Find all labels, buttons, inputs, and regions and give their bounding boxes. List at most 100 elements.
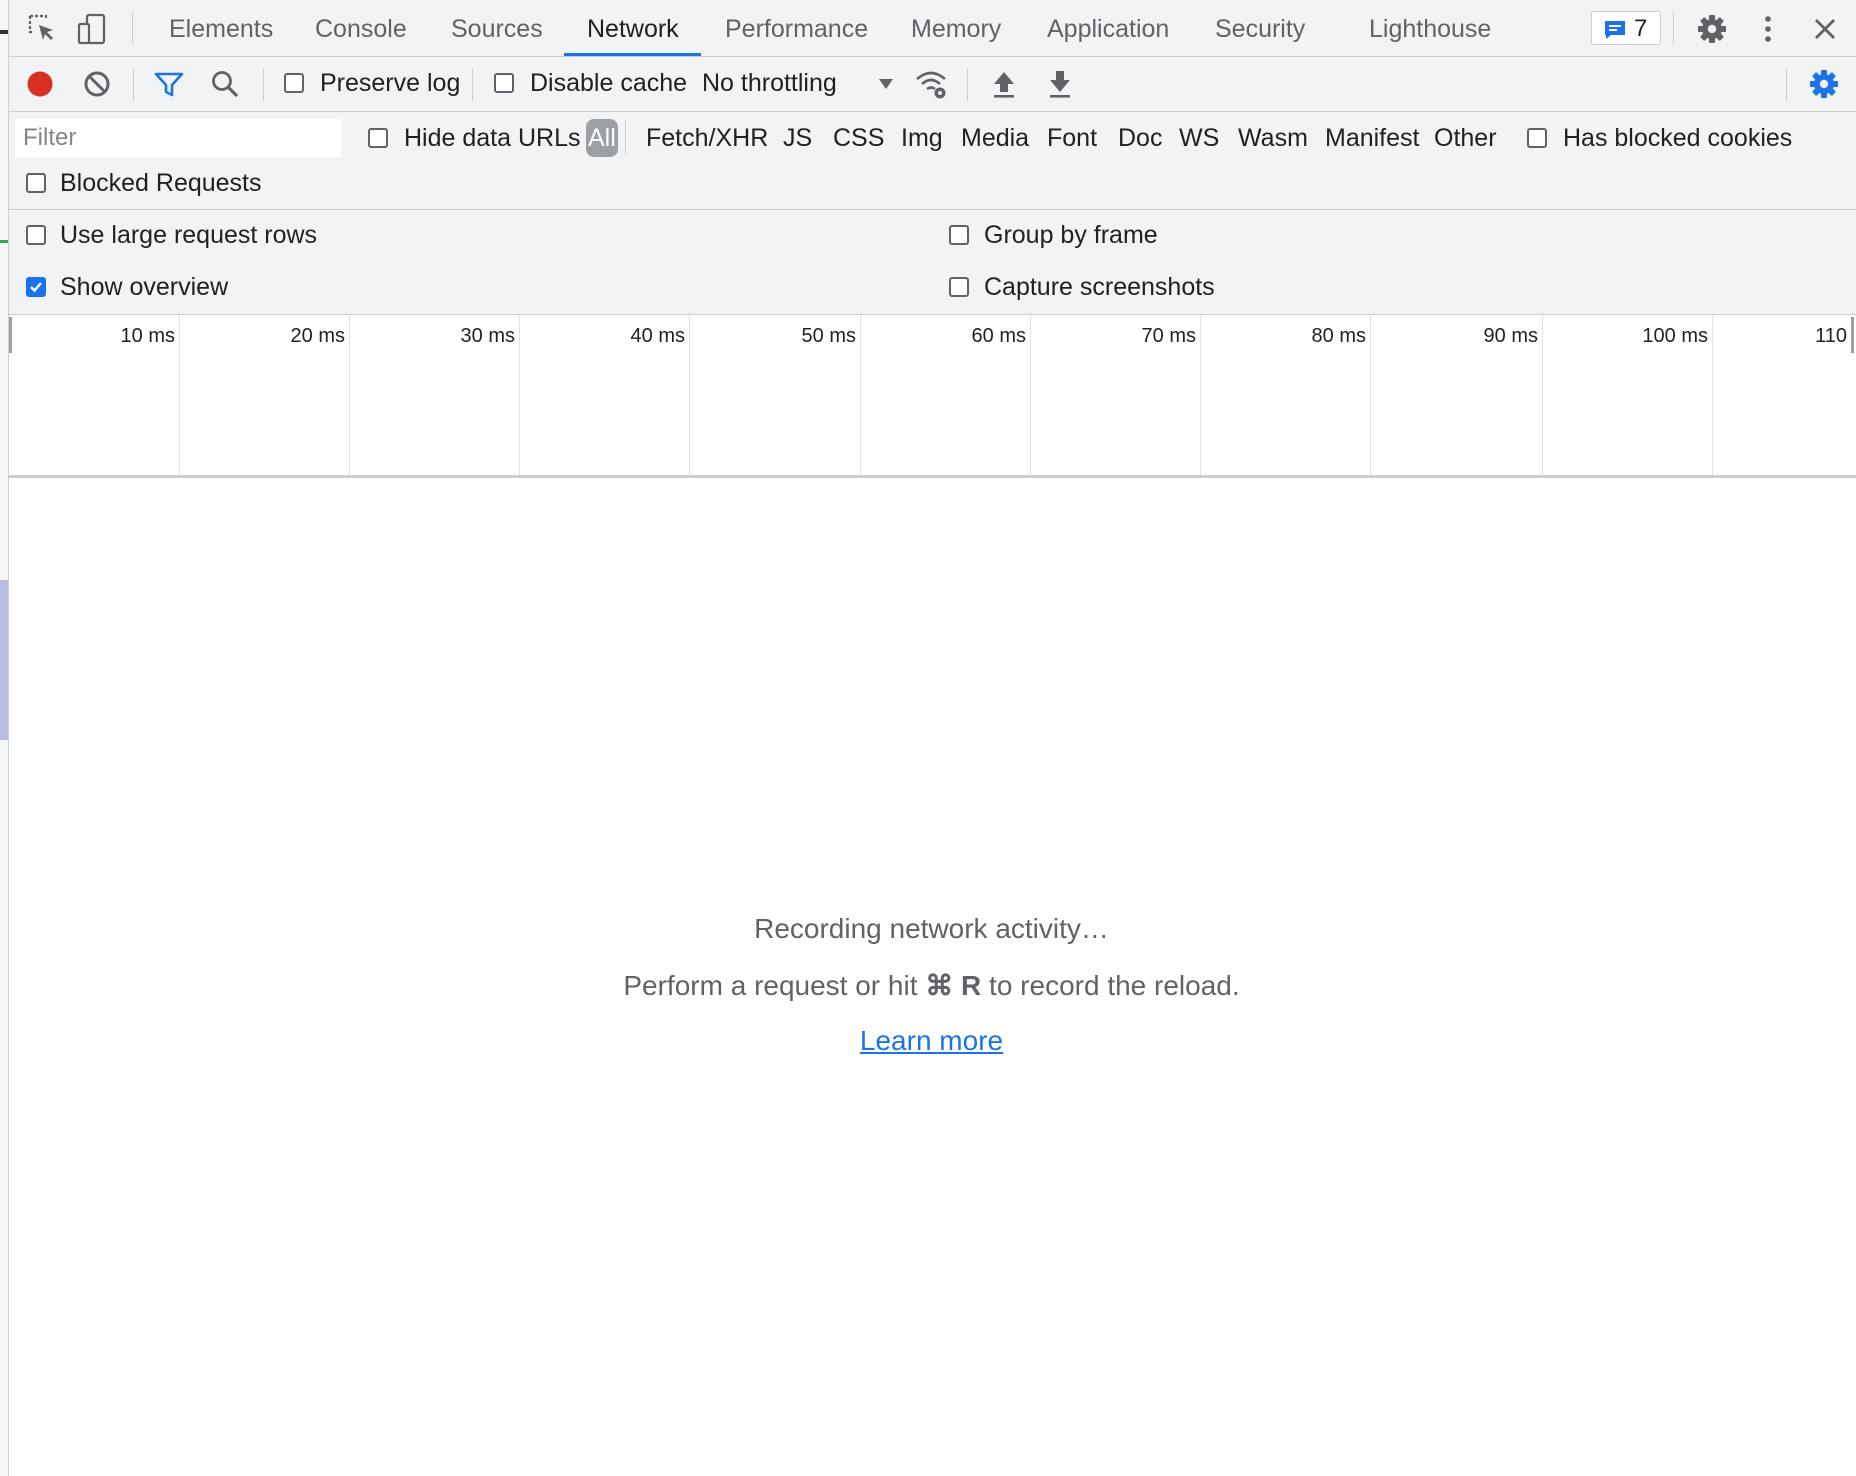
reload-hint-text: Perform a request or hit ⌘ R to record t… — [9, 969, 1854, 1002]
type-filter-js[interactable]: JS — [779, 119, 816, 157]
hint-prefix: Perform a request or hit — [623, 970, 926, 1001]
overview-tick-label: 100 ms — [1642, 325, 1708, 347]
edge-mark — [0, 30, 8, 34]
filter-icon[interactable] — [152, 67, 186, 101]
tab-performance[interactable]: Performance — [725, 0, 868, 56]
toolbar-divider — [967, 69, 968, 101]
recording-status-text: Recording network activity… — [754, 913, 1109, 944]
overview-gridline — [1370, 315, 1371, 475]
import-har-icon[interactable] — [987, 67, 1021, 101]
close-icon[interactable] — [1808, 12, 1842, 46]
disable-cache-label[interactable]: Disable cache — [530, 69, 687, 98]
type-filter-doc[interactable]: Doc — [1114, 119, 1166, 157]
issues-counter-button[interactable]: 7 — [1591, 11, 1661, 45]
record-icon[interactable] — [23, 67, 57, 101]
overview-left-handle[interactable] — [9, 317, 12, 353]
has-blocked-cookies-checkbox[interactable] — [1527, 128, 1547, 148]
toolbar-divider — [133, 69, 134, 101]
overview-tick-label: 40 ms — [630, 325, 685, 347]
network-settings-pane: Use large request rows Group by frame Sh… — [9, 210, 1856, 315]
type-filter-media[interactable]: Media — [957, 119, 1033, 157]
tab-sources[interactable]: Sources — [451, 0, 543, 56]
hide-data-urls-checkbox[interactable] — [368, 128, 388, 148]
issues-icon — [1605, 21, 1625, 39]
type-filter-manifest[interactable]: Manifest — [1321, 119, 1423, 157]
learn-more-link[interactable]: Learn more — [860, 1025, 1003, 1056]
overview-gridline — [689, 315, 690, 475]
type-filter-ws[interactable]: WS — [1175, 119, 1223, 157]
tab-console[interactable]: Console — [315, 0, 407, 56]
export-har-icon[interactable] — [1043, 67, 1077, 101]
throttling-select[interactable]: No throttling — [702, 69, 837, 98]
checkmark-icon — [30, 282, 42, 293]
network-overview[interactable]: 10 ms 20 ms 30 ms 40 ms 50 ms 60 ms 70 m… — [9, 315, 1856, 478]
tab-security[interactable]: Security — [1215, 0, 1305, 56]
toolbar-divider — [472, 69, 473, 101]
use-large-rows-checkbox[interactable] — [26, 225, 46, 245]
active-tab-indicator — [564, 53, 701, 56]
overview-tick-label: 90 ms — [1483, 325, 1538, 347]
hide-data-urls-label[interactable]: Hide data URLs — [404, 124, 580, 153]
type-filter-divider — [625, 120, 626, 154]
network-settings-gear-icon[interactable] — [1807, 67, 1841, 101]
use-large-rows-label[interactable]: Use large request rows — [60, 221, 317, 250]
capture-screenshots-label[interactable]: Capture screenshots — [984, 273, 1215, 302]
tab-elements[interactable]: Elements — [169, 0, 273, 56]
devtools-panel: Elements Console Sources Network Perform… — [9, 0, 1856, 1476]
preserve-log-label[interactable]: Preserve log — [320, 69, 460, 98]
inspect-element-icon[interactable] — [26, 12, 60, 46]
toolbar-divider — [132, 12, 133, 44]
toolbar-divider — [1673, 12, 1674, 44]
group-by-frame-checkbox[interactable] — [949, 225, 969, 245]
type-filter-css[interactable]: CSS — [829, 119, 888, 157]
type-filter-wasm[interactable]: Wasm — [1234, 119, 1312, 157]
disable-cache-checkbox[interactable] — [494, 73, 514, 93]
overview-tick-label: 80 ms — [1311, 325, 1366, 347]
chevron-down-icon[interactable] — [878, 78, 894, 90]
overview-gridline — [349, 315, 350, 475]
overview-gridline — [1030, 315, 1031, 475]
overview-tick-label: 50 ms — [801, 325, 856, 347]
group-by-frame-label[interactable]: Group by frame — [984, 221, 1158, 250]
overview-right-handle[interactable] — [1851, 317, 1854, 353]
reload-shortcut: ⌘ R — [925, 970, 982, 1001]
type-filter-fetch-xhr[interactable]: Fetch/XHR — [642, 119, 772, 157]
tab-lighthouse[interactable]: Lighthouse — [1369, 0, 1491, 56]
type-filter-img[interactable]: Img — [897, 119, 947, 157]
preserve-log-checkbox[interactable] — [284, 73, 304, 93]
device-toolbar-icon[interactable] — [75, 12, 109, 46]
search-icon[interactable] — [208, 67, 242, 101]
more-options-icon[interactable] — [1751, 12, 1785, 46]
overview-gridline — [1200, 315, 1201, 475]
overview-gridline — [519, 315, 520, 475]
type-filter-other[interactable]: Other — [1430, 119, 1501, 157]
overview-tick-label: 30 ms — [460, 325, 515, 347]
clear-icon[interactable] — [80, 67, 114, 101]
overview-gridline — [179, 315, 180, 475]
hint-suffix: to record the reload. — [981, 970, 1240, 1001]
overview-tick-label: 70 ms — [1141, 325, 1196, 347]
overview-gridline — [860, 315, 861, 475]
network-toolbar: Preserve log Disable cache No throttling — [9, 57, 1856, 112]
network-conditions-icon[interactable] — [914, 67, 948, 101]
blocked-requests-checkbox[interactable] — [26, 173, 46, 193]
filter-input[interactable] — [15, 119, 341, 157]
show-overview-label[interactable]: Show overview — [60, 273, 228, 302]
issues-count: 7 — [1634, 15, 1648, 42]
show-overview-checkbox[interactable] — [26, 277, 46, 297]
tab-network[interactable]: Network — [587, 0, 679, 56]
type-filter-all[interactable]: All — [586, 119, 618, 157]
has-blocked-cookies-label[interactable]: Has blocked cookies — [1563, 124, 1792, 153]
tab-application[interactable]: Application — [1047, 0, 1169, 56]
overview-tick-label: 110 — [1815, 325, 1847, 347]
overview-gridline — [1542, 315, 1543, 475]
blocked-requests-label[interactable]: Blocked Requests — [60, 169, 262, 198]
settings-gear-icon[interactable] — [1695, 12, 1729, 46]
devtools-tabbar: Elements Console Sources Network Perform… — [9, 0, 1856, 57]
filter-bar: Hide data URLs All Fetch/XHR JS CSS Img … — [9, 112, 1856, 210]
request-log-empty-state: Recording network activity… Perform a re… — [9, 478, 1856, 1476]
type-filter-font[interactable]: Font — [1043, 119, 1101, 157]
tab-memory[interactable]: Memory — [911, 0, 1001, 56]
capture-screenshots-checkbox[interactable] — [949, 277, 969, 297]
toolbar-divider — [263, 69, 264, 101]
